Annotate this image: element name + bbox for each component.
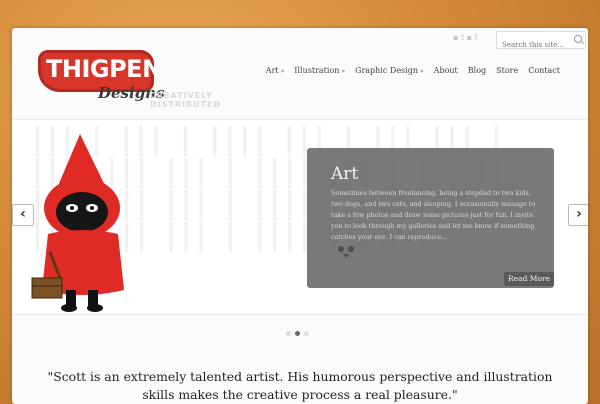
nav-item-store[interactable]: Store xyxy=(496,66,518,75)
face xyxy=(56,192,108,232)
slider-next-button[interactable]: › xyxy=(568,204,588,226)
slider-dot-3[interactable] xyxy=(304,331,309,336)
dropdown-arrow-icon: » xyxy=(341,68,346,75)
logo-title: THIGPEN xyxy=(46,55,162,83)
slider-dot-1[interactable] xyxy=(286,331,291,336)
nav-item-blog[interactable]: Blog xyxy=(468,66,486,75)
caption-title: Art xyxy=(331,164,359,184)
caption-text: Sometimes between freelancing, being a s… xyxy=(331,189,536,241)
nav-item-label: Art xyxy=(265,66,279,75)
social-links[interactable]: ▪ t ▪ f xyxy=(453,33,477,42)
search-input[interactable] xyxy=(500,37,576,53)
read-more-button[interactable]: Read More xyxy=(504,272,554,286)
image-slider: ||| | ||| | |||| ||| | ||| ||| | |||| ||… xyxy=(12,119,588,315)
basket xyxy=(31,277,63,299)
nav-item-contact[interactable]: Contact xyxy=(528,66,560,75)
nav-item-illustration[interactable]: Illustration» xyxy=(294,66,345,75)
page-container: THIGPEN Designs CREATIVELY DISTRIBUTED ▪… xyxy=(12,28,588,404)
search-box xyxy=(496,31,586,53)
testimonial-quote: "Scott is an extremely talented artist. … xyxy=(47,369,553,402)
nav-item-about[interactable]: About xyxy=(434,66,458,75)
right-leg xyxy=(88,290,98,306)
site-logo[interactable]: THIGPEN Designs CREATIVELY DISTRIBUTED xyxy=(38,50,248,122)
nav-item-label: Store xyxy=(496,66,519,75)
slider-prev-button[interactable]: ‹ xyxy=(12,204,34,226)
red-hood-illustration xyxy=(31,134,124,312)
nav-item-label: Blog xyxy=(467,66,487,75)
nav-item-label: Illustration xyxy=(294,66,340,75)
nav-item-label: Contact xyxy=(528,66,560,75)
nav-item-art[interactable]: Art» xyxy=(266,66,285,75)
slide-caption: Art Sometimes between freelancing, being… xyxy=(307,148,554,288)
nav-item-label: About xyxy=(433,66,458,75)
caption-decoration xyxy=(338,246,354,258)
left-leg xyxy=(66,290,76,306)
nav-item-label: Graphic Design xyxy=(355,66,418,75)
dropdown-arrow-icon: » xyxy=(420,68,424,75)
slider-dots xyxy=(286,331,309,336)
logo-tagline: CREATIVELY DISTRIBUTED xyxy=(150,91,222,109)
search-icon[interactable] xyxy=(574,35,582,43)
slider-dot-2[interactable] xyxy=(295,331,300,336)
dropdown-arrow-icon: » xyxy=(280,68,285,75)
main-nav: Art» Illustration» Graphic Design» About Blo… xyxy=(256,66,560,75)
nav-item-graphic-design[interactable]: Graphic Design» xyxy=(355,66,424,75)
